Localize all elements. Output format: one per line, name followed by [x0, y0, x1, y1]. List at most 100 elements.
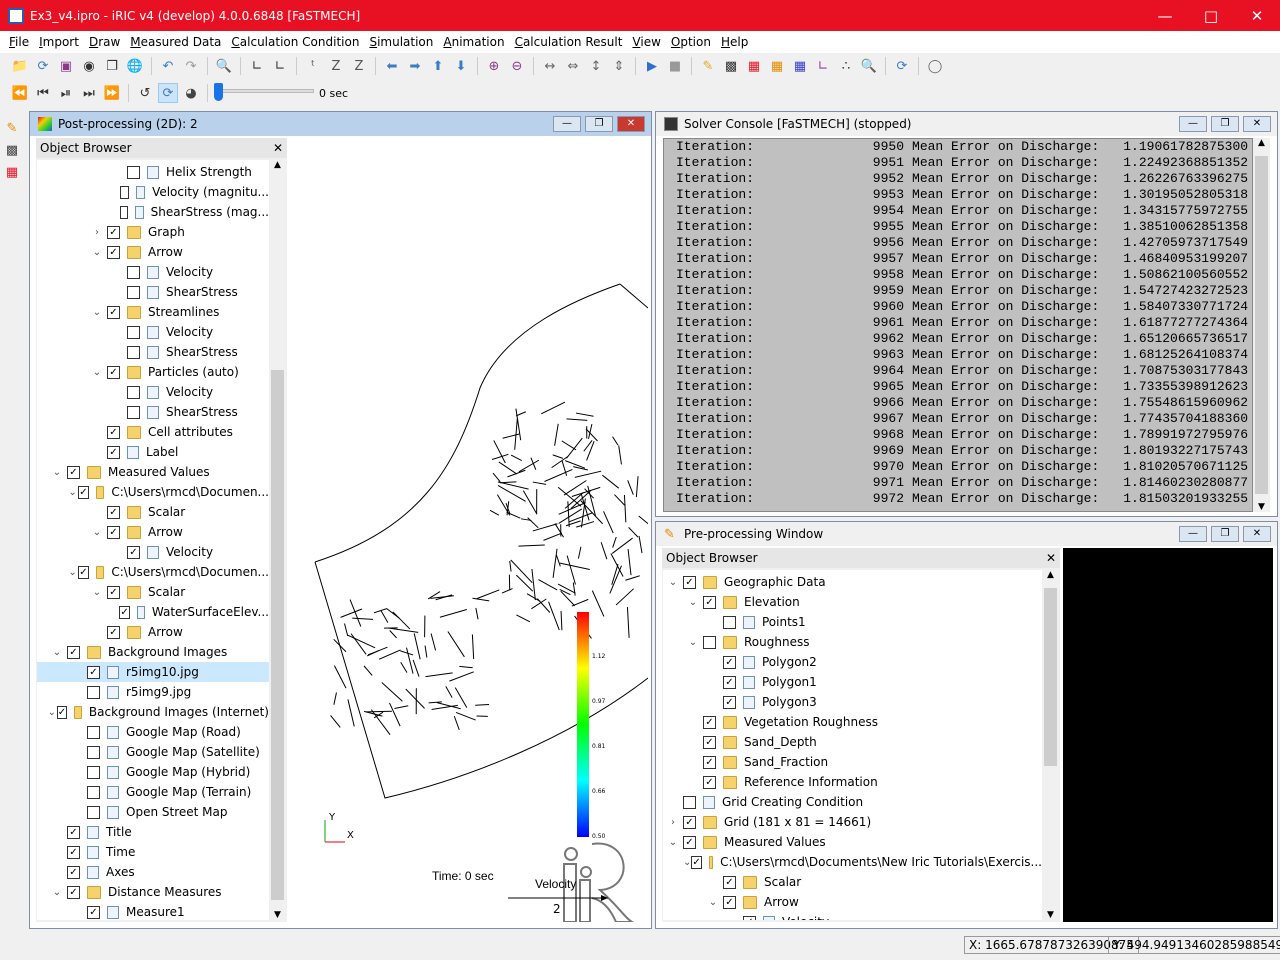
open-icon[interactable]: 📁 [10, 56, 30, 76]
speed-icon[interactable]: ◕ [181, 83, 201, 103]
post-processor-icon[interactable]: ▦ [2, 162, 22, 182]
visibility-checkbox[interactable]: ✓ [127, 545, 140, 559]
loop-icon[interactable]: ↺ [135, 83, 155, 103]
close-dock-icon[interactable]: ✕ [1046, 551, 1056, 565]
visibility-checkbox[interactable] [127, 165, 140, 179]
expanded-chevron-icon[interactable]: ⌄ [67, 487, 78, 498]
tree-item[interactable]: ✓ Time [37, 842, 269, 862]
tree-item[interactable]: ⌄ ✓ Geographic Data [663, 572, 1042, 592]
visibility-checkbox[interactable]: ✓ [67, 865, 80, 879]
tree-item[interactable]: ✓ Axes [37, 862, 269, 882]
tree-item[interactable]: ✓ WaterSurfaceElev... [37, 602, 269, 622]
visibility-checkbox[interactable]: ✓ [67, 825, 80, 839]
visibility-checkbox[interactable] [87, 765, 100, 779]
axis-xy-icon[interactable]: ∟ [247, 56, 267, 76]
tree-item[interactable]: ⌄ ✓ Measured Values [37, 462, 269, 482]
tree-item[interactable]: ✓ Velocity [663, 912, 1042, 920]
menu-file[interactable]: File [4, 35, 34, 49]
visibility-checkbox[interactable] [127, 345, 140, 359]
visibility-checkbox[interactable] [683, 795, 696, 809]
time-slider[interactable] [214, 83, 314, 103]
minimize-button[interactable]: — [1179, 526, 1207, 542]
visibility-checkbox[interactable]: ✓ [87, 905, 100, 919]
visibility-checkbox[interactable]: ✓ [703, 775, 716, 789]
chart-zoom-icon[interactable]: 🔍 [859, 56, 879, 76]
follow-last-icon[interactable]: ⟳ [158, 83, 178, 103]
visibility-checkbox[interactable]: ✓ [703, 715, 716, 729]
tree-item[interactable]: ✓ Vegetation Roughness [663, 712, 1042, 732]
menu-animation[interactable]: Animation [438, 35, 509, 49]
tree-item[interactable]: ⌄ ✓ C:\Users\rmcd\Documen... [37, 482, 269, 502]
move-up-icon[interactable]: ⬆ [428, 56, 448, 76]
mouse-help-icon[interactable]: ◯ [925, 56, 945, 76]
tree-item[interactable]: ShearStress [37, 342, 269, 362]
visibility-checkbox[interactable]: ✓ [743, 915, 756, 920]
visibility-checkbox[interactable]: ✓ [78, 485, 89, 499]
visibility-checkbox[interactable] [87, 745, 100, 759]
tree-item[interactable]: ⌄ ✓ Measured Values [663, 832, 1042, 852]
menu-import[interactable]: Import [34, 35, 84, 49]
visibility-checkbox[interactable]: ✓ [723, 875, 736, 889]
tree-item[interactable]: ShearStress (mag... [37, 202, 269, 222]
visibility-checkbox[interactable] [119, 205, 129, 219]
visibility-checkbox[interactable] [87, 685, 100, 699]
reload-icon[interactable]: ⟳ [33, 56, 53, 76]
tree-item[interactable]: ⌄ ✓ Arrow [37, 522, 269, 542]
visibility-checkbox[interactable]: ✓ [107, 505, 120, 519]
tree-item[interactable]: ⌄ ✓ Streamlines [37, 302, 269, 322]
post-3d-icon[interactable]: ▦ [790, 56, 810, 76]
visibility-checkbox[interactable]: ✓ [56, 705, 68, 719]
move-down-icon[interactable]: ⬇ [451, 56, 471, 76]
tree-item[interactable]: ✓ r5img10.jpg [37, 662, 269, 682]
visibility-checkbox[interactable] [127, 405, 140, 419]
visibility-checkbox[interactable]: ✓ [723, 895, 736, 909]
visibility-checkbox[interactable]: ✓ [67, 645, 80, 659]
menu-view[interactable]: View [627, 35, 665, 49]
tree-item[interactable]: ⌄ Roughness [663, 632, 1042, 652]
close-button[interactable]: ✕ [1243, 116, 1271, 132]
slider-handle[interactable] [214, 83, 223, 101]
google-earth-icon[interactable]: 🌐 [125, 56, 145, 76]
menu-measured-data[interactable]: Measured Data [125, 35, 226, 49]
visibility-checkbox[interactable]: ✓ [107, 225, 120, 239]
tree-item[interactable]: ⌄ ✓ Arrow [37, 242, 269, 262]
expanded-chevron-icon[interactable]: ⌄ [683, 637, 703, 648]
close-button[interactable]: ✕ [1234, 7, 1280, 25]
tree-item[interactable]: ⌄ ✓ Arrow [663, 892, 1042, 912]
tree-item[interactable]: Velocity [37, 382, 269, 402]
solver-console-icon[interactable]: ▩ [721, 56, 741, 76]
visibility-checkbox[interactable]: ✓ [107, 245, 120, 259]
tree-scrollbar[interactable]: ▲ ▼ [269, 160, 286, 920]
save-icon[interactable]: ▣ [56, 56, 76, 76]
shrink-vertical-icon[interactable]: ⇕ [609, 56, 629, 76]
visibility-checkbox[interactable] [127, 285, 140, 299]
visibility-checkbox[interactable]: ✓ [703, 755, 716, 769]
tree-item[interactable]: ✓ Reference Information [663, 772, 1042, 792]
post-2d-canvas[interactable]: 1.12 0.97 0.81 0.66 0.50 Y X Time: 0 sec… [290, 138, 648, 922]
expanded-chevron-icon[interactable]: ⌄ [703, 897, 723, 908]
tree-item[interactable]: ✓ Arrow [37, 622, 269, 642]
visibility-checkbox[interactable]: ✓ [683, 815, 696, 829]
tree-item[interactable]: ShearStress [37, 282, 269, 302]
tree-item[interactable]: Points1 [663, 612, 1042, 632]
tree-item[interactable]: r5img9.jpg [37, 682, 269, 702]
solver-icon[interactable]: ▩ [2, 140, 22, 160]
tree-item[interactable]: Velocity [37, 322, 269, 342]
close-dock-icon[interactable]: ✕ [273, 141, 283, 155]
close-button[interactable]: ✕ [1243, 526, 1271, 542]
view-yx-icon[interactable]: ᵗ [303, 56, 323, 76]
visibility-checkbox[interactable]: ✓ [107, 445, 120, 459]
view-zx-icon[interactable]: Z [349, 56, 369, 76]
tree-item[interactable]: ⌄ ✓ C:\Users\rmcd\Documents\New Iric Tutor… [663, 852, 1042, 872]
post-2d-bird-icon[interactable]: ▦ [767, 56, 787, 76]
zoom-out-icon[interactable]: ⊖ [507, 56, 527, 76]
view-zy-icon[interactable]: Z [326, 56, 346, 76]
first-frame-icon[interactable]: ⏪ [10, 83, 30, 103]
tree-item[interactable]: › ✓ Grid (181 x 81 = 14661) [663, 812, 1042, 832]
menu-help[interactable]: Help [716, 35, 753, 49]
move-right-icon[interactable]: ➡ [405, 56, 425, 76]
tree-item[interactable]: ⌄ ✓ Background Images [37, 642, 269, 662]
restore-button[interactable]: ❐ [585, 116, 613, 132]
zoom-fit-icon[interactable]: 🔍 [214, 56, 234, 76]
copy-snapshot-icon[interactable]: ❐ [102, 56, 122, 76]
